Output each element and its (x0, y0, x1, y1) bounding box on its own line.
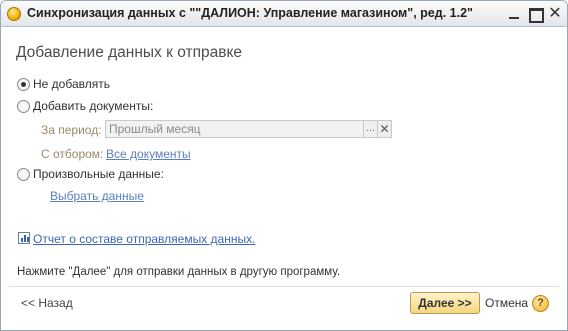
period-clear-icon[interactable]: ✕ (377, 120, 392, 138)
page-title: Добавление данных к отправке (16, 44, 243, 61)
radio-no-add-label: Не добавлять (33, 77, 110, 91)
title-bar[interactable]: Синхронизация данных с ""ДАЛИОН: Управле… (1, 1, 567, 27)
dialog-window: Синхронизация данных с ""ДАЛИОН: Управле… (0, 0, 568, 331)
cancel-button[interactable]: Отмена (485, 296, 528, 310)
back-button[interactable]: << Назад (21, 296, 73, 310)
report-chart-icon (18, 232, 30, 244)
help-icon[interactable]: ? (532, 295, 549, 312)
radio-add-documents-button[interactable] (17, 99, 30, 113)
choose-data-link[interactable]: Выбрать данные (50, 189, 144, 203)
report-link[interactable]: Отчет о составе отправляемых данных. (33, 232, 255, 246)
next-button[interactable]: Далее >> (410, 292, 480, 314)
radio-add-documents[interactable]: Добавить документы: (17, 99, 153, 113)
period-field[interactable]: Прошлый месяц (105, 120, 364, 138)
maximize-icon[interactable] (527, 6, 544, 23)
filter-label: С отбором: (41, 147, 104, 161)
radio-add-documents-label: Добавить документы: (33, 99, 154, 113)
radio-no-add[interactable]: Не добавлять (17, 77, 110, 91)
close-icon[interactable]: ✕ (547, 6, 563, 22)
all-documents-link[interactable]: Все документы (106, 147, 191, 161)
dialog-content: Добавление данных к отправке Не добавлят… (1, 28, 567, 330)
window-title: Синхронизация данных с ""ДАЛИОН: Управле… (27, 6, 473, 20)
radio-no-add-button[interactable] (17, 77, 30, 91)
radio-custom-data-label: Произвольные данные: (33, 167, 164, 181)
period-label: За период: (41, 123, 102, 137)
footer-divider (9, 286, 559, 287)
period-select-button[interactable]: ... (363, 120, 378, 138)
hint-text: Нажмите "Далее" для отправки данных в др… (17, 266, 341, 278)
radio-custom-data-button[interactable] (17, 167, 30, 181)
minimize-icon[interactable] (506, 6, 522, 22)
app-logo-icon (7, 7, 21, 21)
radio-custom-data[interactable]: Произвольные данные: (17, 167, 164, 181)
